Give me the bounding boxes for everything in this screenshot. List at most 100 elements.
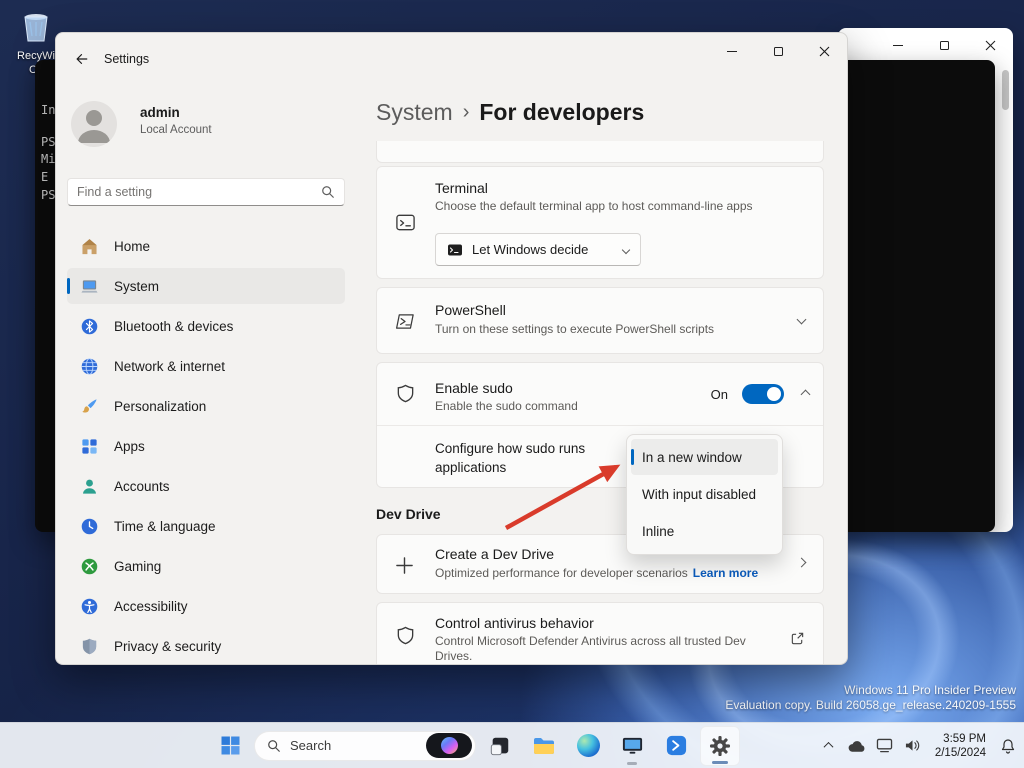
titlebar[interactable]: Settings	[56, 33, 847, 81]
sidebar-item-label: Apps	[114, 438, 145, 454]
default-terminal-dropdown[interactable]: Let Windows decide	[435, 233, 641, 266]
close-button[interactable]	[801, 33, 847, 69]
powershell-card[interactable]: PowerShell Turn on these settings to exe…	[376, 287, 824, 354]
close-button[interactable]	[967, 28, 1013, 62]
flyout-option-label: Inline	[642, 523, 675, 539]
monitor-app-icon	[622, 737, 642, 754]
edge-browser-button[interactable]	[568, 726, 608, 766]
sidebar-item-personalization[interactable]: Personalization	[67, 388, 345, 424]
flyout-option-new-window[interactable]: In a new window	[631, 439, 778, 475]
network-tray-button[interactable]	[871, 726, 899, 766]
card-description: Enable the sudo command	[435, 399, 578, 413]
task-view-button[interactable]	[480, 726, 520, 766]
card-description: Control Microsoft Defender Antivirus acr…	[435, 634, 746, 663]
accounts-icon	[83, 479, 96, 494]
onedrive-button[interactable]	[843, 726, 871, 766]
cmd-icon	[448, 244, 462, 255]
sidebar-item-system[interactable]: System	[67, 268, 345, 304]
ethernet-icon	[877, 738, 893, 753]
breadcrumb: System › For developers	[376, 96, 824, 128]
taskbar-clock[interactable]: 3:59 PM 2/15/2024	[927, 732, 994, 760]
sidebar-item-accessibility[interactable]: Accessibility	[67, 588, 345, 624]
sidebar-item-network[interactable]: Network & internet	[67, 348, 345, 384]
chevron-up-icon[interactable]	[800, 389, 811, 399]
sidebar-item-apps[interactable]: Apps	[67, 428, 345, 464]
close-icon	[985, 40, 995, 50]
task-view-icon	[490, 737, 509, 755]
chevron-down-icon	[621, 245, 631, 254]
search-icon	[268, 739, 280, 752]
sidebar-item-label: Privacy & security	[114, 638, 222, 654]
powershell-icon	[396, 314, 414, 329]
start-button[interactable]	[210, 726, 250, 766]
avatar[interactable]	[71, 101, 117, 147]
flyout-option-inline[interactable]: Inline	[631, 513, 778, 549]
shield-outline-icon	[397, 626, 414, 645]
settings-search-box[interactable]	[67, 178, 345, 206]
blue-app-button[interactable]	[656, 726, 696, 766]
scrollbar-thumb[interactable]	[1002, 70, 1009, 110]
card-title: PowerShell	[435, 302, 506, 318]
card-description-row: Optimized performance for developer scen…	[435, 566, 758, 580]
settings-app-button[interactable]	[700, 725, 740, 766]
sidebar-item-label: Bluetooth & devices	[114, 318, 234, 334]
divider	[377, 425, 823, 426]
notifications-button[interactable]	[994, 726, 1022, 766]
minimize-button[interactable]	[875, 28, 921, 62]
gear-icon	[710, 735, 730, 756]
window-title: Settings	[104, 52, 150, 66]
file-explorer-button[interactable]	[524, 726, 564, 766]
sudo-toggle[interactable]	[742, 384, 784, 404]
accessibility-icon	[81, 598, 98, 614]
breadcrumb-parent[interactable]: System	[376, 99, 453, 126]
personalization-icon	[82, 398, 97, 413]
apps-icon	[82, 438, 97, 454]
terminal-card: Terminal Choose the default terminal app…	[376, 166, 824, 279]
terminal-icon	[396, 214, 415, 231]
sidebar-item-label: Personalization	[114, 398, 207, 414]
sidebar-item-bluetooth[interactable]: Bluetooth & devices	[67, 308, 345, 344]
sidebar-item-accounts[interactable]: Accounts	[67, 468, 345, 504]
antivirus-card[interactable]: Control antivirus behavior Control Micro…	[376, 602, 824, 664]
sidebar-item-home[interactable]: Home	[67, 228, 345, 264]
plus-icon	[396, 557, 413, 574]
sidebar-item-label: Time & language	[114, 518, 216, 534]
card-description: Optimized performance for developer scen…	[435, 566, 688, 580]
minimize-button[interactable]	[709, 33, 755, 69]
hidden-icons-button[interactable]	[815, 726, 843, 766]
sidebar-item-label: System	[114, 278, 160, 294]
maximize-button[interactable]	[755, 33, 801, 69]
volume-button[interactable]	[899, 726, 927, 766]
sidebar-item-privacy[interactable]: Privacy & security	[67, 628, 345, 664]
terminal-line: In	[41, 103, 56, 117]
desktop: RecyWi Co In PS Mic PS E Su PS Windows 1…	[0, 0, 1024, 768]
maximize-button[interactable]	[921, 28, 967, 62]
sidebar-item-gaming[interactable]: Gaming	[67, 548, 345, 584]
sidebar-item-label: Accessibility	[114, 598, 188, 614]
copilot-button[interactable]	[426, 733, 472, 758]
network-icon	[81, 357, 98, 375]
shield-outline-icon	[397, 384, 414, 403]
card-title: Create a Dev Drive	[435, 546, 555, 562]
settings-window: Settings admin Local Account Find a sett…	[55, 32, 848, 665]
terminal-app-button[interactable]	[612, 726, 652, 766]
taskbar-search[interactable]: Search	[254, 730, 476, 761]
toggle-knob	[767, 387, 781, 401]
sidebar-item-time-language[interactable]: Time & language	[67, 508, 345, 544]
sudo-controls: On	[710, 384, 811, 404]
toggle-state-label: On	[710, 386, 728, 402]
account-name: admin	[140, 105, 180, 120]
sidebar-item-label: Home	[114, 238, 151, 254]
learn-more-link[interactable]: Learn more	[693, 566, 758, 580]
dropdown-value: Let Windows decide	[472, 242, 589, 257]
gaming-icon	[81, 558, 98, 574]
back-button[interactable]	[66, 45, 96, 73]
settings-search-input[interactable]	[77, 185, 321, 199]
sidebar-nav: Home System Bluetooth & devices Network …	[67, 228, 345, 664]
page-title: For developers	[479, 98, 645, 125]
clock-date: 2/15/2024	[934, 746, 986, 759]
flyout-option-input-disabled[interactable]: With input disabled	[631, 476, 778, 512]
main-content: System › For developers Terminal Choose …	[376, 81, 824, 664]
sidebar-item-label: Gaming	[114, 558, 162, 574]
sidebar-item-label: Accounts	[114, 478, 170, 494]
